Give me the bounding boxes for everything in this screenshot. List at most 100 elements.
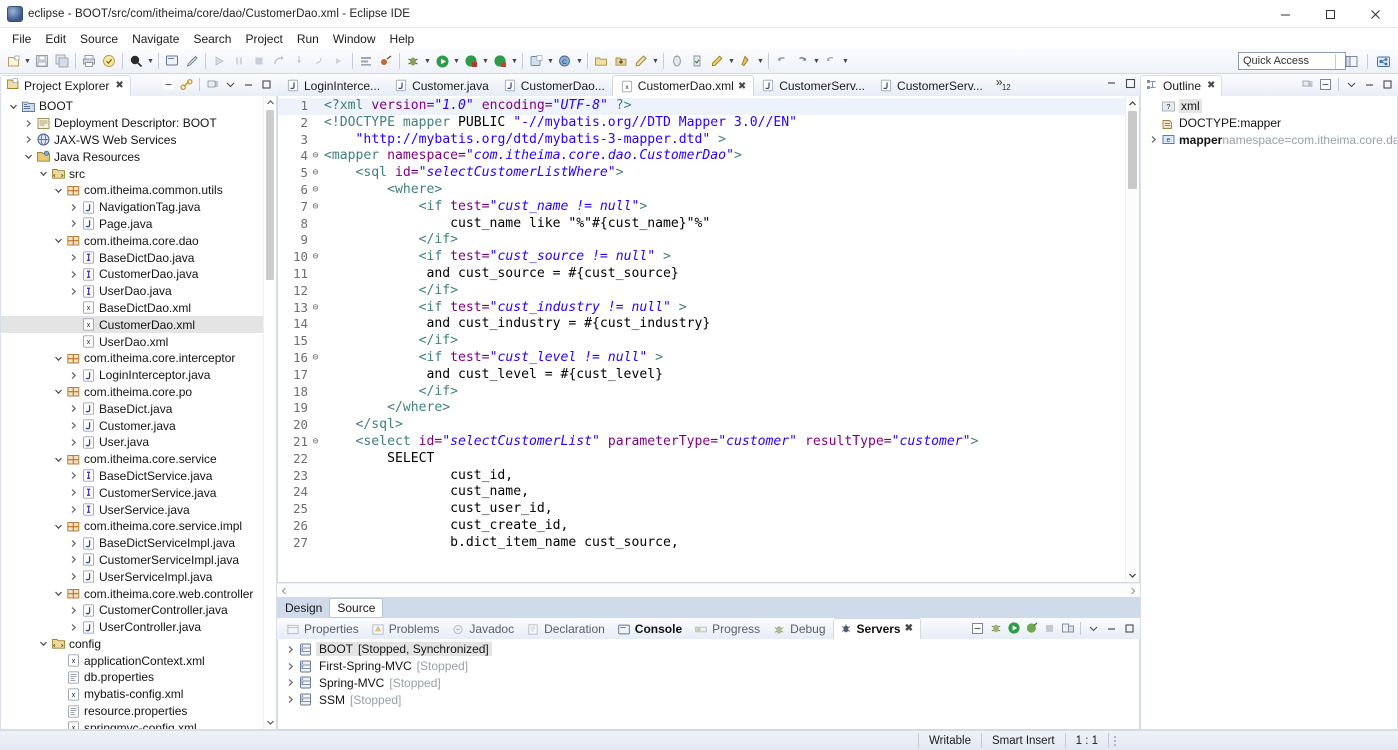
source-code[interactable]: 1 <?xml version="1.0" encoding="UTF-8" ?>…: [278, 96, 1125, 582]
outline-maximize-icon[interactable]: [1379, 75, 1396, 93]
collapse-all-servers-icon[interactable]: [969, 619, 986, 637]
tree-item-db-properties[interactable]: db.properties: [1, 669, 263, 686]
bottom-tab-progress[interactable]: Progress: [689, 620, 767, 639]
tree-item-basedictdao-java[interactable]: BaseDictDao.java: [1, 249, 263, 266]
next-annotation-icon[interactable]: [687, 51, 707, 71]
resume-icon[interactable]: [329, 51, 349, 71]
server-row[interactable]: First-Spring-MVC [Stopped]: [278, 658, 1139, 675]
fold-marker[interactable]: ⊖: [310, 199, 321, 216]
marker-icon[interactable]: [182, 51, 202, 71]
run-external-tools-icon[interactable]: [461, 51, 481, 71]
bottom-tab-debug[interactable]: Debug: [767, 620, 832, 639]
quick-fix-dropdown-icon[interactable]: ▼: [651, 51, 660, 71]
twisty-expanded-icon[interactable]: [52, 384, 65, 400]
fold-marker[interactable]: ⊖: [310, 182, 321, 199]
editor-tab-customerserv[interactable]: CustomerServ...: [872, 75, 990, 96]
pause-icon[interactable]: [229, 51, 249, 71]
editor-vertical-scrollbar[interactable]: [1125, 96, 1139, 582]
twisty-collapsed-icon[interactable]: [67, 552, 80, 568]
search-icon[interactable]: [126, 51, 146, 71]
new-java-project-icon[interactable]: [526, 51, 546, 71]
tree-item-userdao-java[interactable]: UserDao.java: [1, 283, 263, 300]
fold-marker[interactable]: ⊖: [310, 434, 321, 451]
import-icon[interactable]: [611, 51, 631, 71]
twisty-collapsed-icon[interactable]: [67, 266, 80, 282]
server-row[interactable]: BOOT [Stopped, Synchronized]: [278, 641, 1139, 658]
twisty-collapsed-icon[interactable]: [67, 434, 80, 450]
bottom-tab-servers[interactable]: Servers ✖: [832, 618, 921, 639]
tree-item-customerdao-xml[interactable]: x CustomerDao.xml: [1, 316, 263, 334]
print-icon[interactable]: [79, 51, 99, 71]
tree-item-src[interactable]: src: [1, 165, 263, 182]
tree-item-customerservice-java[interactable]: CustomerService.java: [1, 484, 263, 501]
tree-item-deployment-descriptor-boot[interactable]: Deployment Descriptor: BOOT: [1, 115, 263, 132]
editor-scroll-left-icon[interactable]: [277, 587, 291, 595]
external-tools-dropdown-icon[interactable]: ▼: [481, 51, 490, 71]
debug-icon[interactable]: [403, 51, 423, 71]
tree-item-customercontroller-java[interactable]: CustomerController.java: [1, 602, 263, 619]
bottom-tab-console[interactable]: Console: [612, 620, 689, 639]
editor-tab-customer-java[interactable]: Customer.java: [387, 75, 496, 96]
outline-tab[interactable]: Outline ✖: [1140, 74, 1223, 96]
tree-item-com-itheima-core-dao[interactable]: com.itheima.core.dao: [1, 232, 263, 249]
tree-item-com-itheima-core-interceptor[interactable]: com.itheima.core.interceptor: [1, 350, 263, 367]
twisty-expanded-icon[interactable]: [22, 149, 35, 165]
tree-item-springmvc-config-xml[interactable]: x springmvc-config.xml: [1, 719, 263, 729]
outline-tree[interactable]: ? xml DOCTYPE:mapper e mapper namespace=com.…: [1141, 96, 1397, 729]
menu-source[interactable]: Source: [73, 30, 125, 48]
tree-item-user-java[interactable]: User.java: [1, 434, 263, 451]
back-history-icon[interactable]: [772, 51, 792, 71]
twisty-collapsed-icon[interactable]: [67, 199, 80, 215]
twisty-collapsed-icon[interactable]: [284, 692, 297, 708]
editor-scrollbar-thumb[interactable]: [1128, 111, 1137, 189]
run-ant-icon[interactable]: [376, 51, 396, 71]
open-perspective-icon[interactable]: [1341, 52, 1362, 71]
menu-run[interactable]: Run: [290, 30, 326, 48]
maximize-button[interactable]: [1308, 0, 1353, 28]
close-icon[interactable]: ✖: [1207, 80, 1215, 91]
twisty-collapsed-icon[interactable]: [67, 468, 80, 484]
twisty-collapsed-icon[interactable]: [284, 658, 297, 674]
server-row[interactable]: Spring-MVC [Stopped]: [278, 675, 1139, 692]
tree-item-com-itheima-core-web-controller[interactable]: com.itheima.core.web.controller: [1, 585, 263, 602]
bottom-tab-javadoc[interactable]: Javadoc: [446, 620, 521, 639]
tree-item-userserviceimpl-java[interactable]: UserServiceImpl.java: [1, 568, 263, 585]
menu-window[interactable]: Window: [326, 30, 383, 48]
tree-item-navigationtag-java[interactable]: NavigationTag.java: [1, 199, 263, 216]
tree-item-page-java[interactable]: Page.java: [1, 216, 263, 233]
close-button[interactable]: [1353, 0, 1398, 28]
twisty-collapsed-icon[interactable]: [67, 535, 80, 551]
twisty-collapsed-icon[interactable]: [22, 115, 35, 131]
twisty-expanded-icon[interactable]: [52, 182, 65, 198]
quick-access-input[interactable]: Quick Access: [1238, 52, 1346, 70]
editor-scroll-right-icon[interactable]: [1126, 587, 1140, 595]
bottom-tab-problems[interactable]: Problems: [366, 620, 447, 639]
tree-item-applicationcontext-xml[interactable]: x applicationContext.xml: [1, 652, 263, 669]
fold-marker[interactable]: ⊖: [310, 148, 321, 165]
twisty-collapsed-icon[interactable]: [67, 367, 80, 383]
bottom-maximize-icon[interactable]: [1121, 619, 1138, 637]
tree-item-basedictservice-java[interactable]: BaseDictService.java: [1, 468, 263, 485]
twisty-collapsed-icon[interactable]: [67, 602, 80, 618]
twisty-collapsed-icon[interactable]: [67, 401, 80, 417]
project-explorer-tree[interactable]: BOOT Deployment Descriptor: BOOT JAX-WS We…: [1, 96, 263, 729]
menu-project[interactable]: Project: [238, 30, 289, 48]
last-edit-location-icon[interactable]: [707, 51, 727, 71]
save-all-icon[interactable]: [52, 51, 72, 71]
editor-design-tab[interactable]: Design: [278, 598, 330, 617]
editor-tab-overflow[interactable]: » 12: [990, 75, 1011, 96]
validate-icon[interactable]: [99, 51, 119, 71]
search-dropdown-icon[interactable]: ▼: [146, 51, 155, 71]
twisty-expanded-icon[interactable]: [52, 586, 65, 602]
tree-item-jax-ws-web-services[interactable]: JAX-WS Web Services: [1, 132, 263, 149]
twisty-collapsed-icon[interactable]: [1147, 132, 1160, 148]
project-explorer-tab[interactable]: Project Explorer ✖: [0, 74, 131, 96]
save-icon[interactable]: [32, 51, 52, 71]
forward-history-icon[interactable]: [792, 51, 812, 71]
fold-marker[interactable]: ⊖: [310, 165, 321, 182]
fold-marker[interactable]: ⊖: [310, 350, 321, 367]
twisty-expanded-icon[interactable]: [52, 518, 65, 534]
scrollbar-thumb[interactable]: [266, 110, 274, 280]
new-wizard-dropdown-icon[interactable]: ▼: [23, 51, 32, 71]
tree-item-config[interactable]: config: [1, 636, 263, 653]
